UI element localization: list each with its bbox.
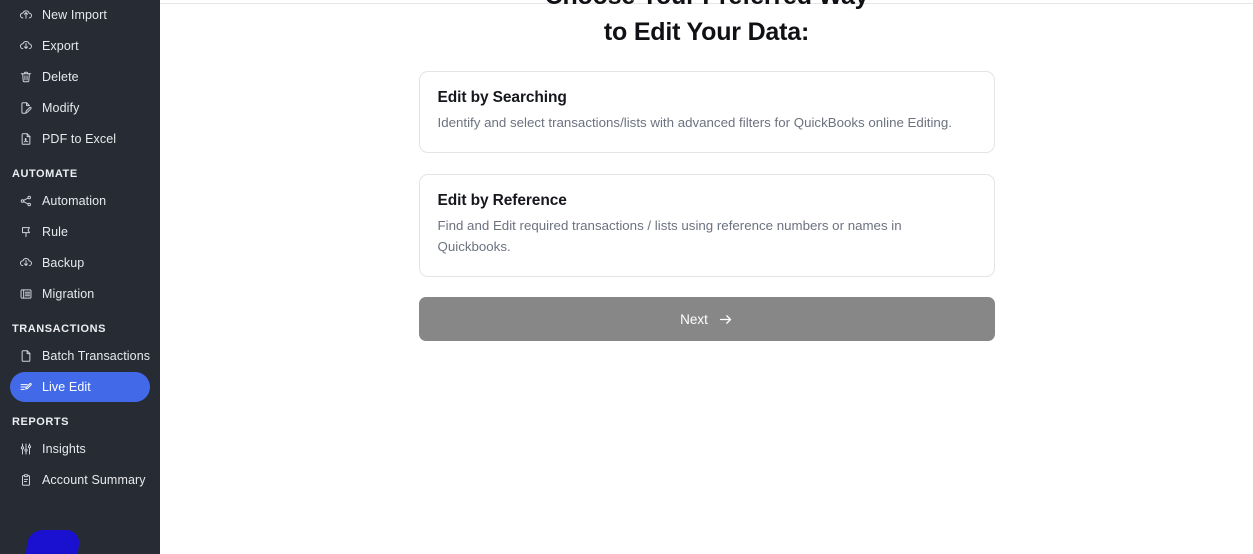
option-card-title: Edit by Reference — [437, 192, 567, 209]
sidebar-section-transactions: TRANSACTIONS — [12, 323, 106, 335]
sidebar-item-automation[interactable]: Automation — [10, 186, 150, 216]
download-cloud-icon — [18, 39, 33, 54]
sidebar-item-export[interactable]: Export — [10, 31, 150, 61]
page-title-line-2: to Edit Your Data: — [603, 18, 810, 46]
sidebar-item-account-summary[interactable]: Account Summary — [10, 465, 150, 495]
app-root: New Import Export Delete Modify PDF to Excel… — [0, 0, 1253, 554]
page-title-line-1: Choose Your Preferred Way — [545, 0, 869, 10]
sidebar-item-pdf-to-excel[interactable]: PDF to Excel — [10, 124, 150, 154]
sidebar-nav-list: New Import Export Delete Modify PDF to Excel… — [0, 0, 160, 495]
option-card-title: Edit by Searching — [437, 89, 567, 106]
page-title: Choose Your Preferred Way to Edit Your D… — [419, 0, 995, 50]
trash-icon — [18, 70, 33, 85]
sidebar-item-batch-transactions[interactable]: Batch Transactions — [10, 341, 150, 371]
option-card-edit-by-reference[interactable]: Edit by Reference Find and Edit required… — [418, 174, 995, 277]
share-nodes-icon — [18, 194, 33, 209]
sliders-icon — [18, 442, 33, 457]
file-edit-icon — [18, 101, 33, 116]
sidebar-item-migration[interactable]: Migration — [10, 279, 150, 309]
sidebar-item-label: New Import — [42, 8, 107, 22]
sidebar-item-backup[interactable]: Backup — [10, 248, 150, 278]
clipboard-icon — [18, 473, 33, 488]
migration-list-icon — [18, 287, 33, 302]
upload-cloud-icon — [18, 8, 33, 23]
sidebar-item-label: Account Summary — [42, 473, 146, 487]
option-card-description: Identify and select transactions/lists w… — [437, 115, 952, 130]
content-column: Choose Your Preferred Way to Edit Your D… — [418, 0, 995, 341]
sidebar-item-rule[interactable]: Rule — [10, 217, 150, 247]
sidebar-item-live-edit[interactable]: Live Edit — [10, 372, 150, 402]
sidebar-item-label: Live Edit — [42, 380, 91, 394]
live-edit-icon — [18, 380, 33, 395]
sidebar-item-label: Insights — [42, 442, 86, 456]
sidebar-section-reports: REPORTS — [12, 416, 70, 428]
sidebar-item-label: Modify — [42, 101, 80, 115]
sidebar-decoration-blob — [23, 530, 81, 554]
pdf-file-icon — [18, 132, 33, 147]
sidebar-item-label: Rule — [42, 225, 69, 239]
next-button[interactable]: Next — [418, 297, 995, 341]
option-card-description: Find and Edit required transactions / li… — [437, 218, 902, 254]
sidebar: New Import Export Delete Modify PDF to Excel… — [0, 0, 160, 554]
sidebar-item-modify[interactable]: Modify — [10, 93, 150, 123]
rule-flag-icon — [18, 225, 33, 240]
next-button-label: Next — [680, 311, 708, 327]
sidebar-item-label: Export — [42, 39, 79, 53]
arrow-right-icon — [718, 312, 733, 327]
sidebar-item-label: Backup — [42, 256, 85, 270]
sidebar-item-insights[interactable]: Insights — [10, 434, 150, 464]
sidebar-section-automate: AUTOMATE — [12, 168, 78, 180]
main-content: Choose Your Preferred Way to Edit Your D… — [160, 0, 1253, 554]
download-cloud-icon — [18, 256, 33, 271]
option-card-edit-by-searching[interactable]: Edit by Searching Identify and select tr… — [418, 71, 995, 153]
document-icon — [18, 349, 33, 364]
sidebar-item-label: Batch Transactions — [42, 349, 151, 363]
sidebar-item-delete[interactable]: Delete — [10, 62, 150, 92]
sidebar-item-label: Delete — [42, 70, 79, 84]
sidebar-item-new-import[interactable]: New Import — [10, 0, 150, 30]
sidebar-item-label: Migration — [42, 287, 95, 301]
sidebar-item-label: Automation — [42, 194, 107, 208]
sidebar-item-label: PDF to Excel — [42, 132, 117, 146]
